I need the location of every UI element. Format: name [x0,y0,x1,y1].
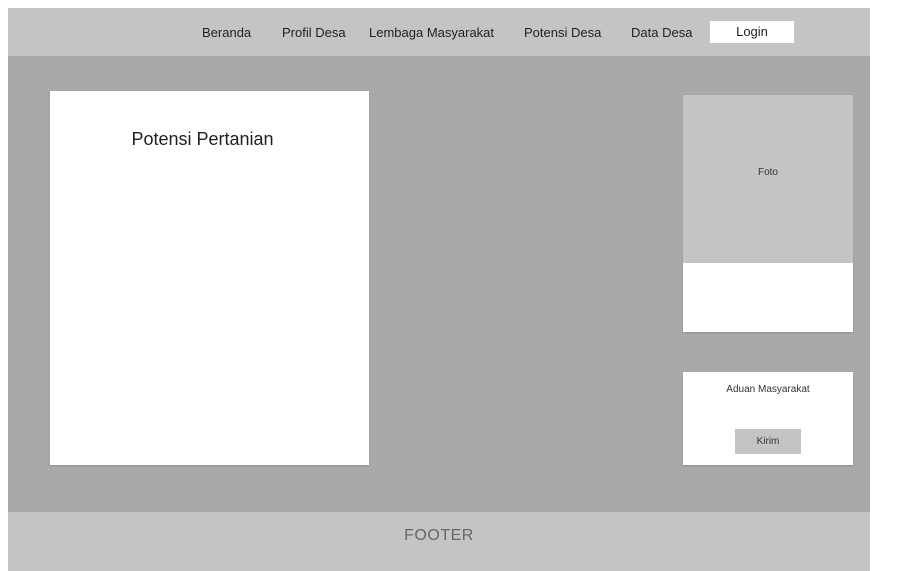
login-button[interactable]: Login [710,21,794,43]
complaint-card: Aduan Masyarakat Kirim [683,372,853,465]
complaint-title: Aduan Masyarakat [726,384,810,395]
top-navbar: Beranda Profil Desa Lembaga Masyarakat P… [8,8,870,56]
footer-text: FOOTER [404,527,474,544]
content-panel: Potensi Pertanian [50,91,369,465]
page-title: Potensi Pertanian [131,129,274,149]
nav-item-profil-desa[interactable]: Profil Desa [282,25,346,40]
photo-card: Foto [683,95,853,332]
nav-item-lembaga-masyarakat[interactable]: Lembaga Masyarakat [369,25,494,40]
nav-item-potensi-desa[interactable]: Potensi Desa [524,25,601,40]
page-frame: Beranda Profil Desa Lembaga Masyarakat P… [8,8,870,571]
photo-label: Foto [757,167,778,178]
photo-placeholder: Foto [683,95,853,263]
footer: FOOTER [8,512,870,571]
nav-item-beranda[interactable]: Beranda [202,25,251,40]
nav-item-data-desa[interactable]: Data Desa [631,25,692,40]
submit-button[interactable]: Kirim [735,429,801,454]
